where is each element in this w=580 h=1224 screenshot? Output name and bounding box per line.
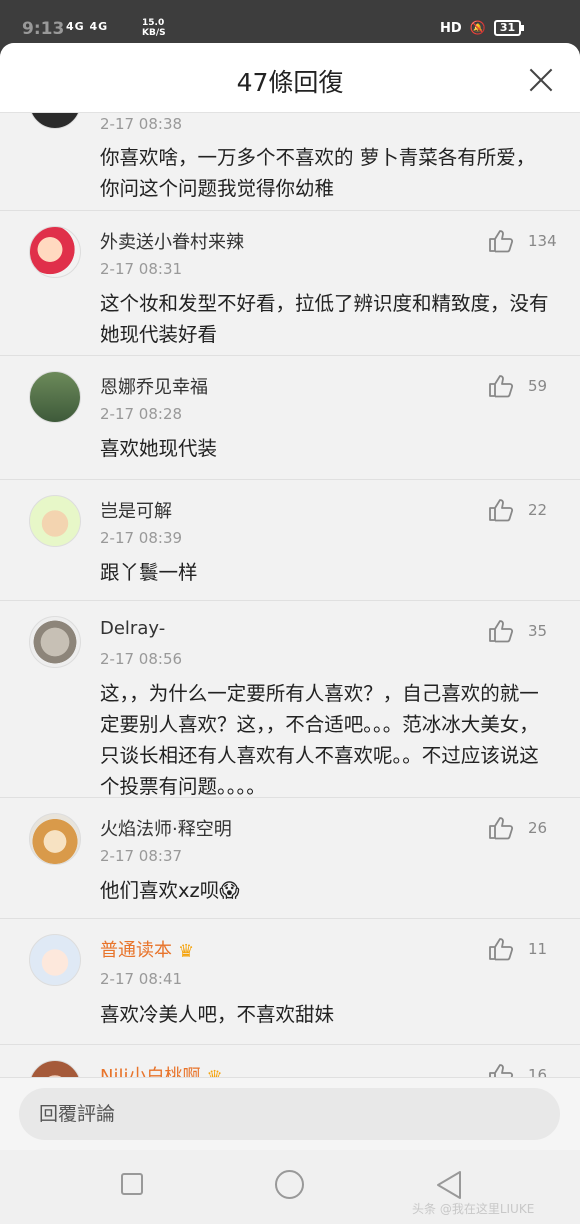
thumbs-up-icon <box>489 620 514 643</box>
like-button[interactable]: 26 <box>488 815 568 841</box>
status-right-icons: HD 🔕 31 <box>440 20 525 36</box>
comment-list[interactable]: 2-17 08:38 你喜欢啥，一万多个不喜欢的 萝卜青菜各有所爱，你问这个问题… <box>0 113 580 1078</box>
network-speed-value: 15.0 <box>142 18 165 28</box>
comment-author[interactable]: Delray- <box>100 618 165 639</box>
comment-text: 这，，为什么一定要所有人喜欢？，自己喜欢的就一定要别人喜欢？这，，不合适吧。。。… <box>100 682 539 798</box>
thumbs-up-icon <box>489 230 514 253</box>
like-button[interactable]: 11 <box>488 936 568 962</box>
comment-author[interactable]: 岂是可解 <box>100 497 172 523</box>
thumbs-up-icon <box>489 1064 514 1078</box>
like-button[interactable]: 16 <box>488 1062 568 1078</box>
like-count: 26 <box>528 819 548 837</box>
battery-icon: 31 <box>493 20 525 36</box>
comment-text: 这个妆和发型不好看，拉低了辨识度和精致度，没有她现代装好看 <box>100 292 549 346</box>
comment-time: 2-17 08:56 <box>100 650 183 668</box>
status-bar: 9:13 4G 4G 15.0 KB/S HD 🔕 31 <box>0 0 580 48</box>
comment-time: 2-17 08:28 <box>100 405 183 423</box>
avatar[interactable] <box>29 226 81 278</box>
avatar[interactable] <box>29 495 81 547</box>
comment-time: 2-17 08:37 <box>100 847 183 865</box>
comment-author[interactable]: 火焰法师·释空明 <box>100 815 232 841</box>
like-count: 59 <box>528 377 548 395</box>
like-button[interactable]: 22 <box>488 497 568 523</box>
thumbs-up-icon <box>489 375 514 398</box>
like-button[interactable]: 59 <box>488 373 568 399</box>
comment-author[interactable]: 外卖送小眷村来辣 <box>100 228 244 254</box>
avatar[interactable] <box>29 616 81 668</box>
comment-author[interactable]: Nili小白桃啊 ♛ <box>100 1062 223 1078</box>
page-title: 47條回復 <box>236 68 344 97</box>
home-button[interactable] <box>275 1170 304 1199</box>
comment-time: 2-17 08:41 <box>100 970 183 988</box>
comment-item: 2-17 08:38 你喜欢啥，一万多个不喜欢的 萝卜青菜各有所爱，你问这个问题… <box>0 113 580 211</box>
comment-item: 外卖送小眷村来辣 2-17 08:31 这个妆和发型不好看，拉低了辨识度和精致度… <box>0 211 580 356</box>
avatar[interactable] <box>29 813 81 865</box>
avatar[interactable] <box>29 113 81 129</box>
vip-crown-icon: ♛ <box>178 941 195 962</box>
comment-item: 岂是可解 2-17 08:39 跟丫鬟一样 22 <box>0 480 580 601</box>
avatar[interactable] <box>29 371 81 423</box>
comment-text: 你喜欢啥，一万多个不喜欢的 萝卜青菜各有所爱，你问这个问题我觉得你幼稚 <box>100 146 536 200</box>
comment-item: Delray- 2-17 08:56 这，，为什么一定要所有人喜欢？，自己喜欢的… <box>0 601 580 798</box>
like-count: 22 <box>528 501 548 519</box>
recent-apps-button[interactable] <box>121 1173 143 1195</box>
like-count: 35 <box>528 622 548 640</box>
close-button[interactable] <box>524 63 558 97</box>
comment-author-label: 普通读本 <box>100 940 172 961</box>
status-time: 9:13 <box>22 19 65 39</box>
comments-sheet: 47條回復 2-17 08:38 你喜欢啥，一万多个不喜欢的 萝卜青菜各有所爱，… <box>0 43 580 1150</box>
hd-icon: HD <box>440 20 462 36</box>
like-count: 11 <box>528 940 548 958</box>
comment-item: 火焰法师·释空明 2-17 08:37 他们喜欢xz呗😱 26 <box>0 798 580 919</box>
comment-text: 他们喜欢xz呗😱 <box>100 879 240 902</box>
comment-time: 2-17 08:39 <box>100 529 183 547</box>
like-count: 134 <box>528 232 557 250</box>
comment-author[interactable]: 普通读本 ♛ <box>100 936 194 962</box>
comment-text: 喜欢她现代装 <box>100 437 218 460</box>
like-button[interactable]: 35 <box>488 618 568 644</box>
thumbs-up-icon <box>489 817 514 840</box>
signal-indicator: 4G 4G <box>66 20 109 33</box>
reply-input[interactable]: 回覆評論 <box>19 1088 560 1140</box>
network-speed: 15.0 KB/S <box>142 18 166 38</box>
network-speed-unit: KB/S <box>142 28 166 38</box>
mute-icon: 🔕 <box>469 20 486 36</box>
thumbs-up-icon <box>489 938 514 961</box>
avatar[interactable] <box>29 934 81 986</box>
comment-time: 2-17 08:38 <box>100 115 183 133</box>
avatar[interactable] <box>29 1060 81 1078</box>
thumbs-up-icon <box>489 499 514 522</box>
comment-text: 跟丫鬟一样 <box>100 561 198 584</box>
system-nav-bar: 头条 @我在这里LIUKE <box>0 1150 580 1224</box>
sheet-header: 47條回復 <box>0 43 580 113</box>
comment-time: 2-17 08:31 <box>100 260 183 278</box>
comment-item: Nili小白桃啊 ♛ 16 <box>0 1045 580 1078</box>
watermark: 头条 @我在这里LIUKE <box>412 1202 535 1216</box>
back-button[interactable] <box>434 1169 464 1201</box>
comment-item: 普通读本 ♛ 2-17 08:41 喜欢冷美人吧，不喜欢甜妹 11 <box>0 919 580 1045</box>
comment-item: 恩娜乔见幸福 2-17 08:28 喜欢她现代装 59 <box>0 356 580 480</box>
comment-author[interactable]: 恩娜乔见幸福 <box>100 373 208 399</box>
comment-text: 喜欢冷美人吧，不喜欢甜妹 <box>100 1003 335 1026</box>
reply-bar: 回覆評論 <box>0 1077 580 1150</box>
like-button[interactable]: 134 <box>488 228 568 254</box>
